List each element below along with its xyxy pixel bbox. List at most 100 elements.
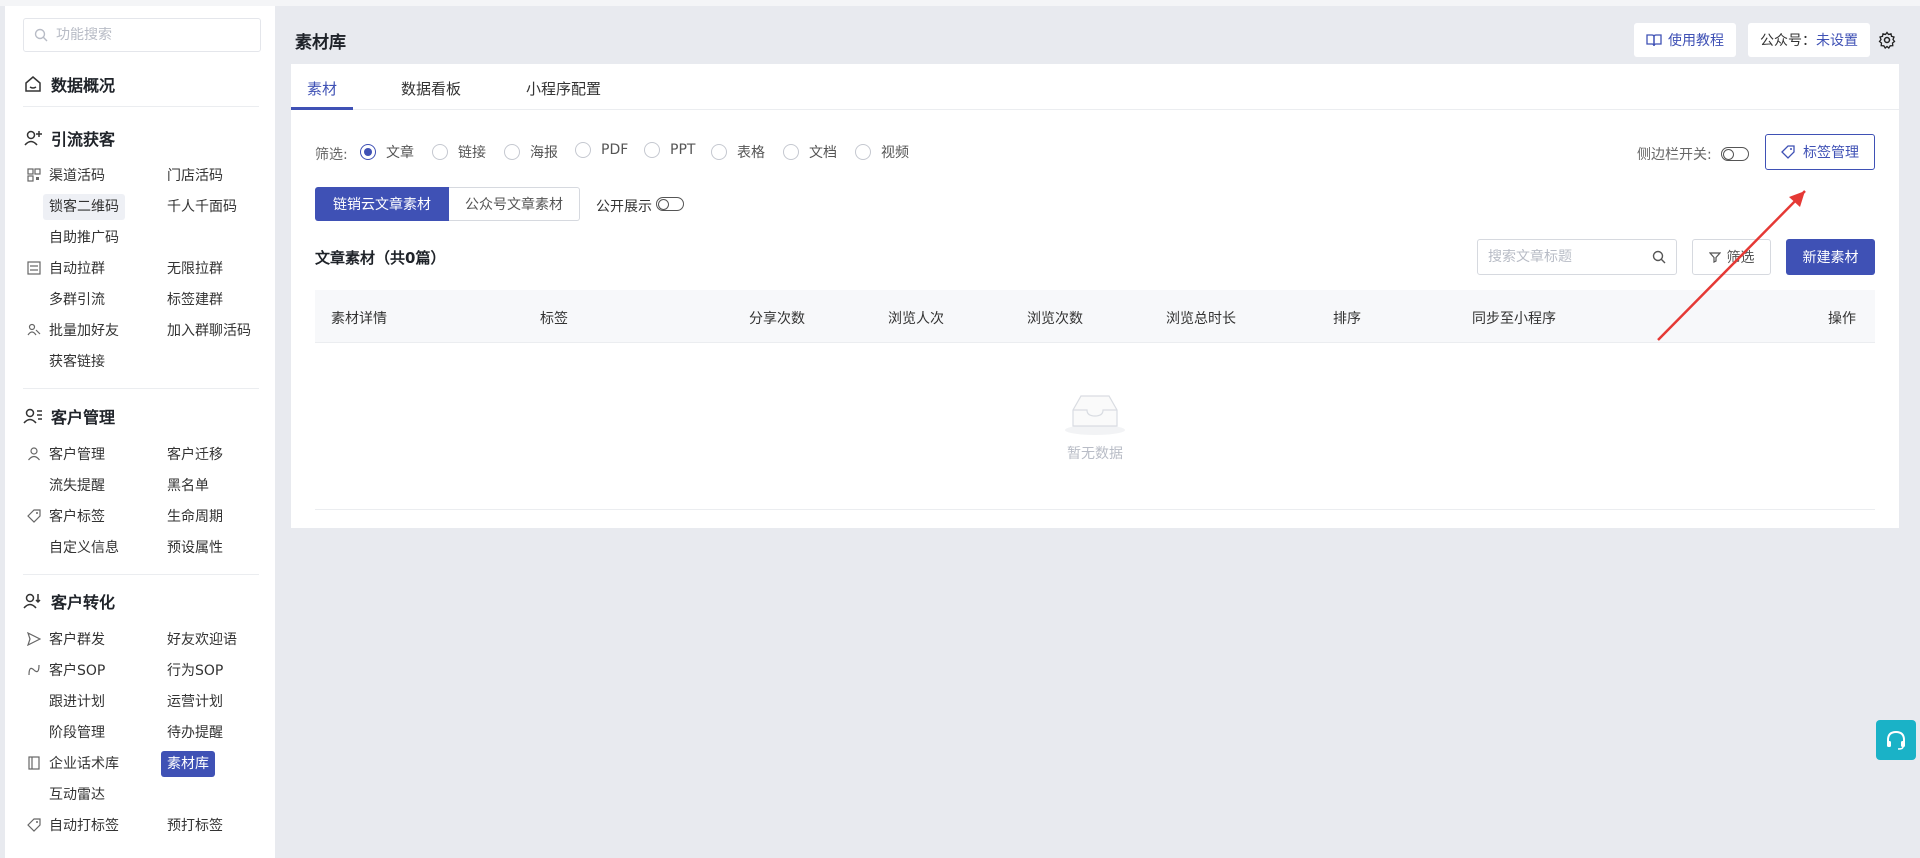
sidebar-item-batch-add[interactable]: 批量加好友: [43, 318, 125, 344]
radio-link[interactable]: 链接: [432, 142, 486, 162]
function-search-input[interactable]: [56, 27, 236, 43]
col-tag: 标签: [540, 311, 568, 327]
function-search[interactable]: [23, 18, 261, 52]
section-conversion-label: 客户转化: [51, 593, 116, 612]
radio-label: PPT: [670, 142, 696, 158]
tag-manage-button[interactable]: 标签管理: [1765, 134, 1875, 170]
radio-video[interactable]: 视频: [855, 142, 909, 162]
radio-doc[interactable]: 文档: [783, 142, 837, 162]
sidebar-item-blacklist[interactable]: 黑名单: [161, 473, 215, 499]
section-traffic-label: 引流获客: [51, 130, 116, 149]
col-sync-miniprogram: 同步至小程序: [1472, 311, 1556, 327]
headset-icon: [1887, 730, 1905, 750]
radio-dot: [644, 142, 660, 158]
sidebar-item-material-lib[interactable]: 素材库: [161, 751, 215, 777]
account-value: 未设置: [1816, 33, 1858, 49]
sidebar-item-personal-code[interactable]: 千人千面码: [161, 194, 243, 220]
sidebar-item-customer-tag[interactable]: 客户标签: [43, 504, 111, 530]
sidebar-toggle[interactable]: [1721, 147, 1749, 161]
list-title: 文章素材（共0篇）: [315, 249, 446, 267]
article-search[interactable]: [1477, 239, 1677, 275]
send-icon: [27, 632, 41, 646]
tutorial-label: 使用教程: [1668, 33, 1724, 49]
radio-dot: [855, 144, 871, 160]
radio-dot: [575, 142, 591, 158]
user-convert-icon: [23, 593, 41, 609]
segment-linkxiao-article[interactable]: 链销云文章素材: [315, 187, 449, 221]
sidebar-item-stage-mgmt[interactable]: 阶段管理: [43, 720, 111, 746]
new-material-button[interactable]: 新建素材: [1786, 239, 1875, 275]
tab-miniprogram[interactable]: 小程序配置: [526, 78, 601, 99]
radio-sheet[interactable]: 表格: [711, 142, 765, 162]
sidebar-item-customer-sop[interactable]: 客户SOP: [43, 658, 111, 684]
table-header: 素材详情 标签 分享次数 浏览人次 浏览次数 浏览总时长 排序 同步至小程序 操…: [315, 290, 1875, 343]
sidebar-item-channel-code[interactable]: 渠道活码: [43, 163, 111, 189]
public-display-toggle[interactable]: [656, 197, 684, 211]
users-icon: [27, 323, 41, 336]
col-view-duration: 浏览总时长: [1166, 311, 1236, 327]
tutorial-button[interactable]: 使用教程: [1634, 23, 1736, 57]
radio-label: 视频: [881, 145, 909, 161]
sidebar-item-customer-mgmt[interactable]: 客户管理: [43, 442, 111, 468]
customer-support-button[interactable]: [1876, 720, 1916, 760]
filter-button[interactable]: 筛选: [1692, 239, 1771, 275]
group-list-icon: [27, 261, 41, 275]
sidebar-item-ops-plan[interactable]: 运营计划: [161, 689, 229, 715]
radio-article[interactable]: 文章: [360, 142, 414, 162]
search-icon[interactable]: [1652, 250, 1666, 264]
sidebar-item-self-promo[interactable]: 自助推广码: [43, 225, 125, 251]
sidebar-item-tag-group[interactable]: 标签建群: [161, 287, 229, 313]
sidebar-item-join-group-code[interactable]: 加入群聊活码: [161, 318, 257, 344]
sidebar-item-customer-migrate[interactable]: 客户迁移: [161, 442, 229, 468]
article-search-input[interactable]: [1488, 249, 1648, 265]
tab-material[interactable]: 素材: [307, 78, 337, 99]
sidebar-item-auto-tag[interactable]: 自动打标签: [43, 813, 125, 839]
auto-tag-icon: [27, 818, 41, 832]
sidebar-item-custom-info[interactable]: 自定义信息: [43, 535, 125, 561]
radio-dot: [360, 144, 376, 160]
sidebar-switch-label: 侧边栏开关:: [1637, 147, 1712, 163]
sidebar-item-acquire-link[interactable]: 获客链接: [43, 349, 111, 375]
col-actions: 操作: [1828, 311, 1856, 327]
radio-label: 文章: [386, 145, 414, 161]
radio-pdf[interactable]: PDF: [575, 142, 628, 158]
sidebar-item-behavior-sop[interactable]: 行为SOP: [161, 658, 229, 684]
section-traffic: 引流获客: [23, 126, 115, 150]
segment-official-article[interactable]: 公众号文章素材: [449, 187, 580, 221]
radio-label: 文档: [809, 145, 837, 161]
sidebar-item-lifecycle[interactable]: 生命周期: [161, 504, 229, 530]
radio-dot: [783, 144, 799, 160]
sidebar-item-mass-send[interactable]: 客户群发: [43, 627, 111, 653]
filter-button-label: 筛选: [1726, 250, 1755, 266]
col-share-count: 分享次数: [749, 311, 805, 327]
sidebar-overview[interactable]: 数据概况: [23, 72, 115, 96]
sidebar-item-unlimited-group[interactable]: 无限拉群: [161, 256, 229, 282]
gear-icon[interactable]: [1878, 31, 1896, 49]
sidebar-overview-label: 数据概况: [51, 76, 116, 95]
sidebar-item-radar[interactable]: 互动雷达: [43, 782, 111, 808]
sidebar-item-preset-attr[interactable]: 预设属性: [161, 535, 229, 561]
sidebar-item-welcome[interactable]: 好友欢迎语: [161, 627, 243, 653]
sidebar-item-follow-plan[interactable]: 跟进计划: [43, 689, 111, 715]
sidebar-item-script-lib[interactable]: 企业话术库: [43, 751, 125, 777]
sidebar-item-pre-tag[interactable]: 预打标签: [161, 813, 229, 839]
radio-poster[interactable]: 海报: [504, 142, 558, 162]
divider: [23, 574, 259, 575]
sidebar-item-lock-qr[interactable]: 锁客二维码: [43, 194, 125, 220]
radio-dot: [711, 144, 727, 160]
search-icon: [34, 28, 48, 42]
radio-ppt[interactable]: PPT: [644, 142, 695, 158]
sidebar-item-todo-alert[interactable]: 待办提醒: [161, 720, 229, 746]
sidebar-item-multi-group[interactable]: 多群引流: [43, 287, 111, 313]
radio-dot: [504, 144, 520, 160]
col-view-users: 浏览人次: [888, 311, 944, 327]
tag-icon: [27, 509, 41, 523]
account-button[interactable]: 公众号： 未设置: [1748, 23, 1870, 57]
radio-label: PDF: [601, 142, 629, 158]
sidebar-item-store-code[interactable]: 门店活码: [161, 163, 229, 189]
sidebar-item-auto-group[interactable]: 自动拉群: [43, 256, 111, 282]
sidebar-item-churn-alert[interactable]: 流失提醒: [43, 473, 111, 499]
tab-dashboard[interactable]: 数据看板: [401, 78, 461, 99]
home-icon: [25, 76, 41, 92]
tag-icon: [1781, 145, 1795, 159]
